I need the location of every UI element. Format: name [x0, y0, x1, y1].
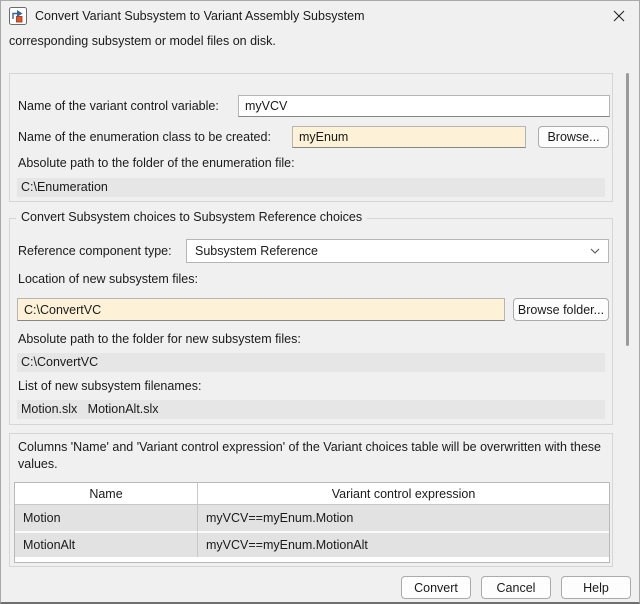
- cell-name: MotionAlt: [15, 531, 198, 557]
- variant-control-input[interactable]: [238, 95, 610, 117]
- cell-expression: myVCV==myEnum.Motion: [198, 505, 609, 531]
- reference-type-value: Subsystem Reference: [195, 244, 318, 258]
- location-input[interactable]: [17, 298, 505, 321]
- overwrite-note: Columns 'Name' and 'Variant control expr…: [18, 440, 601, 471]
- cell-expression: myVCV==myEnum.MotionAlt: [198, 531, 609, 557]
- title-bar: Convert Variant Subsystem to Variant Ass…: [1, 1, 639, 31]
- variant-choices-panel: Columns 'Name' and 'Variant control expr…: [9, 433, 613, 567]
- enum-class-label: Name of the enumeration class to be crea…: [18, 130, 271, 144]
- cancel-button[interactable]: Cancel: [481, 576, 551, 599]
- table-row: Motion myVCV==myEnum.Motion: [15, 505, 609, 531]
- column-header-expression: Variant control expression: [198, 483, 609, 505]
- browse-button[interactable]: Browse...: [538, 126, 609, 148]
- table-row: MotionAlt myVCV==myEnum.MotionAlt: [15, 531, 609, 557]
- help-button[interactable]: Help: [561, 576, 631, 599]
- enum-class-input[interactable]: [292, 126, 526, 148]
- dialog-window: Convert Variant Subsystem to Variant Ass…: [0, 0, 640, 604]
- description-text: corresponding subsystem or model files o…: [9, 34, 276, 48]
- variant-choices-table: Name Variant control expression Motion m…: [14, 482, 610, 563]
- variant-control-panel: Name of the variant control variable: Na…: [9, 73, 613, 202]
- vertical-scrollbar-thumb[interactable]: [626, 73, 629, 346]
- reference-type-label: Reference component type:: [18, 244, 172, 258]
- abs-path-value: C:\ConvertVC: [17, 353, 605, 372]
- reference-type-dropdown[interactable]: Subsystem Reference: [186, 239, 609, 263]
- cell-name: Motion: [15, 505, 198, 531]
- close-icon: [613, 10, 625, 22]
- abs-path-label: Absolute path to the folder for new subs…: [18, 332, 301, 346]
- groupbox-legend: Convert Subsystem choices to Subsystem R…: [16, 210, 368, 224]
- enum-path-label: Absolute path to the folder of the enume…: [18, 156, 295, 170]
- chevron-down-icon: [590, 248, 600, 254]
- column-header-name: Name: [15, 483, 198, 505]
- convert-button[interactable]: Convert: [401, 576, 471, 599]
- close-button[interactable]: [607, 4, 631, 28]
- enum-path-value: C:\Enumeration: [17, 178, 605, 197]
- filenames-value: Motion.slx MotionAlt.slx: [17, 400, 605, 419]
- table-header-row: Name Variant control expression: [15, 483, 609, 505]
- simulink-model-icon: [9, 7, 27, 25]
- filenames-label: List of new subsystem filenames:: [18, 379, 202, 393]
- convert-choices-groupbox: Convert Subsystem choices to Subsystem R…: [9, 210, 613, 425]
- window-title: Convert Variant Subsystem to Variant Ass…: [35, 9, 365, 23]
- location-label: Location of new subsystem files:: [18, 272, 198, 286]
- browse-folder-button[interactable]: Browse folder...: [513, 298, 609, 321]
- variant-control-label: Name of the variant control variable:: [18, 99, 219, 113]
